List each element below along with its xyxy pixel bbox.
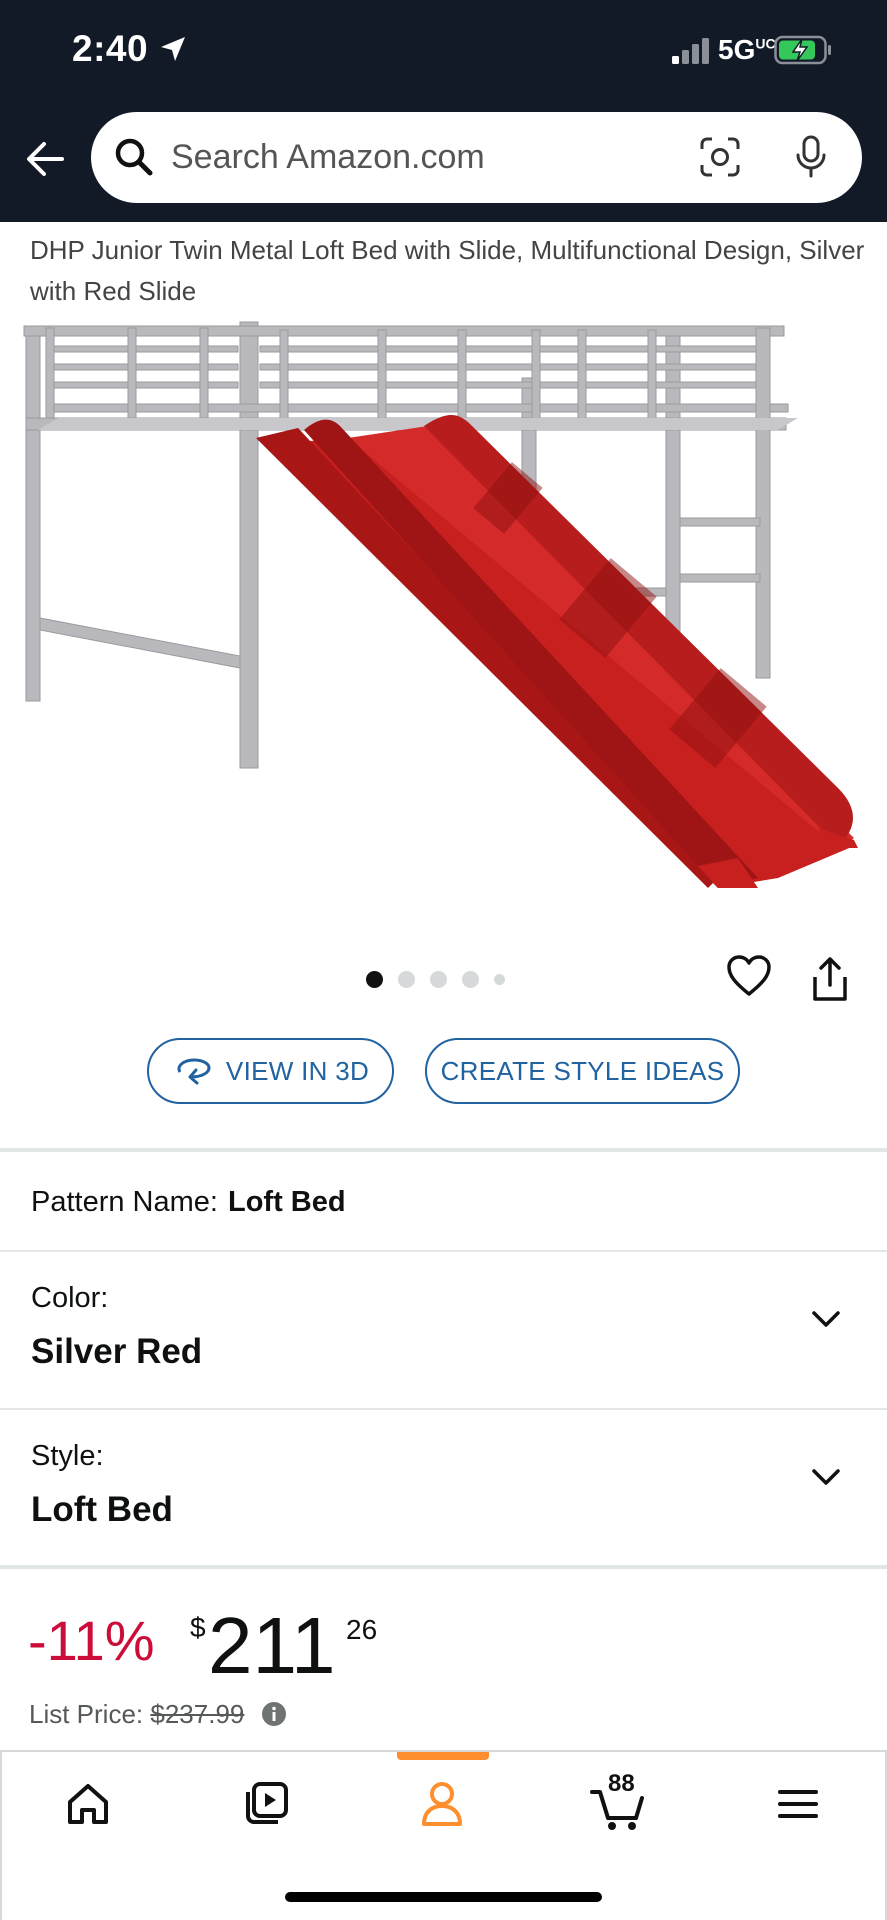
back-arrow-icon[interactable] [22, 136, 68, 182]
pattern-name-value: Loft Bed [227, 1186, 346, 1218]
cart-count-badge: 88 [608, 1770, 635, 1797]
carousel-dots[interactable] [366, 968, 505, 990]
chevron-down-icon[interactable] [810, 1466, 842, 1488]
microphone-icon[interactable] [793, 134, 829, 180]
style-label: Style: [31, 1440, 104, 1472]
home-indicator [285, 1892, 602, 1902]
product-image[interactable] [18, 318, 870, 888]
create-style-ideas-label: CREATE STYLE IDEAS [440, 1055, 725, 1086]
search-icon [115, 138, 153, 176]
heart-icon[interactable] [726, 954, 772, 998]
list-price: List Price: $237.99 [29, 1699, 244, 1730]
divider [0, 1250, 887, 1252]
color-value: Silver Red [31, 1332, 203, 1371]
divider [0, 1148, 887, 1152]
active-tab-indicator [397, 1752, 489, 1760]
color-label: Color: [31, 1282, 109, 1314]
carousel-dot[interactable] [398, 970, 415, 988]
network-suffix: UC [755, 35, 776, 52]
list-price-label: List Price: [29, 1699, 144, 1729]
carousel-dot[interactable] [430, 970, 447, 988]
menu-icon[interactable] [768, 1774, 828, 1834]
search-bar[interactable]: Search Amazon.com [91, 112, 862, 203]
discount-percent: -11% [28, 1609, 155, 1672]
product-title: DHP Junior Twin Metal Loft Bed with Slid… [30, 235, 865, 306]
carousel-dot[interactable] [494, 973, 505, 985]
carousel-dot[interactable] [366, 970, 383, 988]
header: 2:40 5GUC Search Amazon.com [0, 0, 887, 222]
divider [0, 1565, 887, 1569]
network-label: 5G [718, 34, 756, 65]
carousel-dot[interactable] [462, 970, 479, 988]
view-in-3d-label: VIEW IN 3D [225, 1055, 370, 1086]
signal-strength-icon [672, 38, 709, 64]
price-whole: 211 [208, 1601, 336, 1690]
battery-charging-icon [774, 35, 831, 65]
style-value: Loft Bed [31, 1490, 173, 1529]
chevron-down-icon[interactable] [810, 1308, 842, 1330]
pattern-name-label: Pattern Name: [31, 1186, 218, 1218]
list-price-value: $237.99 [150, 1699, 245, 1729]
view-in-3d-button[interactable]: VIEW IN 3D [147, 1038, 394, 1104]
price-currency: $ [190, 1612, 206, 1643]
info-icon[interactable] [261, 1701, 287, 1727]
rotate-3d-icon [177, 1058, 211, 1085]
home-icon[interactable] [58, 1774, 118, 1834]
video-icon[interactable] [236, 1774, 296, 1834]
search-input[interactable]: Search Amazon.com [171, 138, 485, 177]
camera-lens-icon[interactable] [699, 136, 741, 178]
price-fraction: 26 [346, 1614, 378, 1645]
divider [0, 1408, 887, 1410]
status-time: 2:40 [72, 28, 149, 69]
create-style-ideas-button[interactable]: CREATE STYLE IDEAS [425, 1038, 740, 1104]
share-icon[interactable] [810, 955, 850, 1003]
network-type: 5GUC [718, 34, 776, 66]
location-arrow-icon [161, 37, 185, 61]
pattern-name-row: Pattern Name: Loft Bed [31, 1186, 346, 1219]
account-icon[interactable] [412, 1774, 472, 1834]
